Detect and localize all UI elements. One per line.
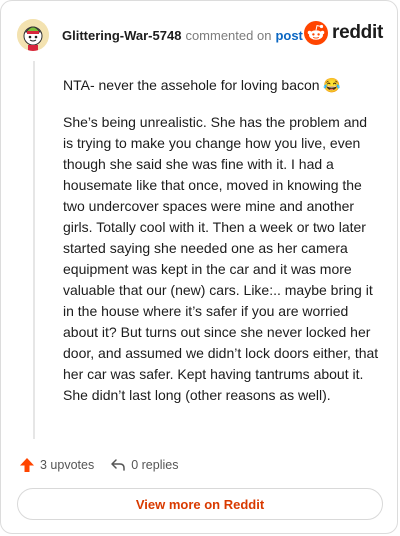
reddit-logo[interactable]: reddit bbox=[304, 21, 383, 45]
comment-paragraph: She’s being unrealistic. She has the pro… bbox=[63, 114, 379, 403]
user-avatar[interactable] bbox=[17, 19, 49, 51]
view-more-button[interactable]: View more on Reddit bbox=[17, 488, 383, 520]
post-link[interactable]: post bbox=[275, 28, 302, 43]
comment-body: NTA- never the assehole for loving bacon… bbox=[63, 75, 379, 422]
arrow-up-icon bbox=[20, 458, 34, 472]
comment-card: Glittering-War-5748 commented on post re… bbox=[0, 0, 398, 534]
commented-on-label: commented on bbox=[185, 27, 272, 43]
reply-button[interactable]: 0 replies bbox=[110, 457, 178, 473]
upvote-count: 3 upvotes bbox=[40, 458, 95, 472]
comment-paragraph: NTA- never the assehole for loving bacon… bbox=[63, 77, 341, 93]
thread-line[interactable] bbox=[33, 61, 35, 439]
author-name[interactable]: Glittering-War-5748 bbox=[62, 28, 181, 43]
reddit-wordmark: reddit bbox=[332, 22, 383, 43]
reddit-snoo-icon bbox=[304, 21, 329, 45]
reply-icon bbox=[111, 459, 125, 471]
comment-actions: 3 upvotes 0 replies bbox=[19, 455, 178, 475]
reply-count: 0 replies bbox=[131, 458, 179, 472]
comment-meta: Glittering-War-5748 commented on post bbox=[62, 28, 303, 43]
upvote-button[interactable]: 3 upvotes bbox=[19, 457, 94, 473]
snoo-avatar-icon bbox=[17, 19, 49, 51]
